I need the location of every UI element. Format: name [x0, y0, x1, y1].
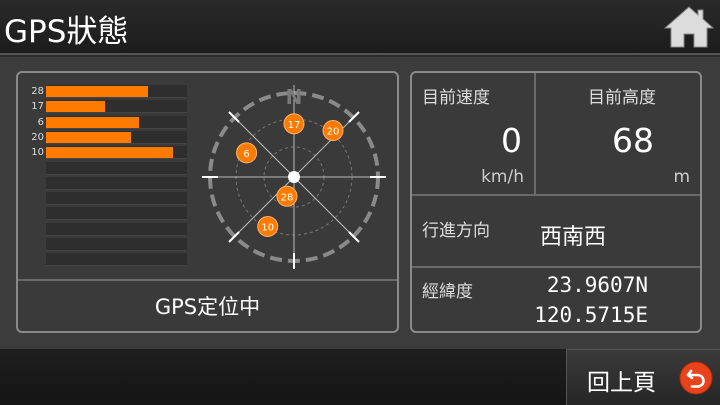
satellite-marker-label: 20	[327, 127, 340, 138]
satellite-marker-label: 17	[288, 120, 301, 131]
heading-label: 行進方向	[422, 221, 490, 241]
satellite-marker: 10	[257, 215, 279, 237]
signal-bar-track	[46, 176, 187, 190]
main-content: 28 17 6 20 10 N 28 17 6 20 10 GPS定位中 目前速度 0	[0, 57, 720, 349]
signal-bar-track	[46, 100, 187, 114]
signal-bar-row	[20, 222, 188, 236]
position-dot	[288, 171, 300, 183]
satellite-id: 17	[31, 101, 44, 113]
divider	[412, 194, 700, 196]
signal-bar-track	[46, 207, 187, 221]
signal-bar-fill	[46, 147, 173, 159]
satellite-marker: 17	[283, 113, 305, 135]
latitude-value: 23.9607N	[546, 273, 648, 297]
satellite-id: 6	[37, 116, 44, 128]
satellite-marker: 28	[276, 185, 298, 207]
signal-bar-row	[20, 253, 188, 267]
signal-bar-track	[46, 238, 187, 251]
gps-status-text: GPS定位中	[18, 279, 397, 331]
signal-bar-row	[20, 176, 188, 190]
satellite-id: 28	[31, 86, 44, 97]
signal-bar-row	[20, 238, 188, 251]
signal-bar-row: 20	[20, 130, 188, 144]
signal-bar-fill	[46, 101, 106, 113]
signal-bars: 28 17 6 20 10	[20, 85, 188, 271]
altitude-unit: m	[673, 167, 690, 187]
signal-bar-row	[20, 192, 188, 206]
longitude-value: 120.5715E	[534, 303, 648, 327]
signal-bar-track	[46, 161, 187, 175]
home-button[interactable]	[662, 4, 716, 50]
back-button-label: 回上頁	[587, 370, 656, 396]
satellite-marker-label: 6	[243, 149, 249, 160]
signal-bar-fill	[46, 116, 140, 128]
signal-bar-row	[20, 161, 188, 175]
bottom-bar: 回上頁	[0, 349, 720, 405]
signal-bar-track	[46, 85, 187, 98]
satellite-marker-label: 10	[261, 222, 274, 233]
signal-bar-track	[46, 146, 187, 160]
back-button[interactable]: 回上頁	[566, 349, 720, 405]
north-label: N	[286, 85, 303, 109]
satellite-id: 20	[31, 131, 44, 143]
signal-bar-row: 6	[20, 115, 188, 129]
satellite-panel: 28 17 6 20 10 N 28 17 6 20 10 GPS定位中	[16, 71, 399, 333]
signal-bar-row: 10	[20, 146, 188, 160]
speed-unit: km/h	[481, 167, 524, 187]
signal-bar-fill	[46, 86, 148, 97]
signal-bar-row: 17	[20, 100, 188, 114]
coords-label: 經緯度	[422, 282, 473, 302]
signal-bar-row: 28	[20, 85, 188, 98]
divider	[412, 266, 700, 268]
signal-bar-track	[46, 130, 187, 144]
signal-bar-track	[46, 253, 187, 267]
sky-view-compass: N 28 17 6 20 10	[202, 85, 386, 269]
altitude-label: 目前高度	[588, 88, 656, 108]
info-panel: 目前速度 0 km/h 目前高度 68 m 行進方向 西南西 經緯度 23.96…	[410, 71, 702, 333]
satellite-marker: 6	[236, 142, 258, 164]
home-icon	[663, 6, 715, 48]
signal-bar-row	[20, 207, 188, 221]
satellite-marker-label: 28	[281, 192, 294, 203]
top-bar: GPS狀態	[0, 0, 720, 55]
altitude-value: 68	[612, 121, 654, 160]
page-title: GPS狀態	[4, 14, 129, 50]
back-arrow-icon	[679, 361, 713, 395]
signal-bar-track	[46, 192, 187, 206]
speed-label: 目前速度	[422, 88, 490, 108]
signal-bar-fill	[46, 131, 131, 143]
speed-value: 0	[501, 121, 522, 160]
heading-value: 西南西	[540, 225, 607, 250]
satellite-marker: 20	[322, 120, 344, 142]
satellite-id: 10	[31, 147, 44, 159]
signal-bar-track	[46, 222, 187, 236]
signal-bar-track	[46, 115, 187, 129]
